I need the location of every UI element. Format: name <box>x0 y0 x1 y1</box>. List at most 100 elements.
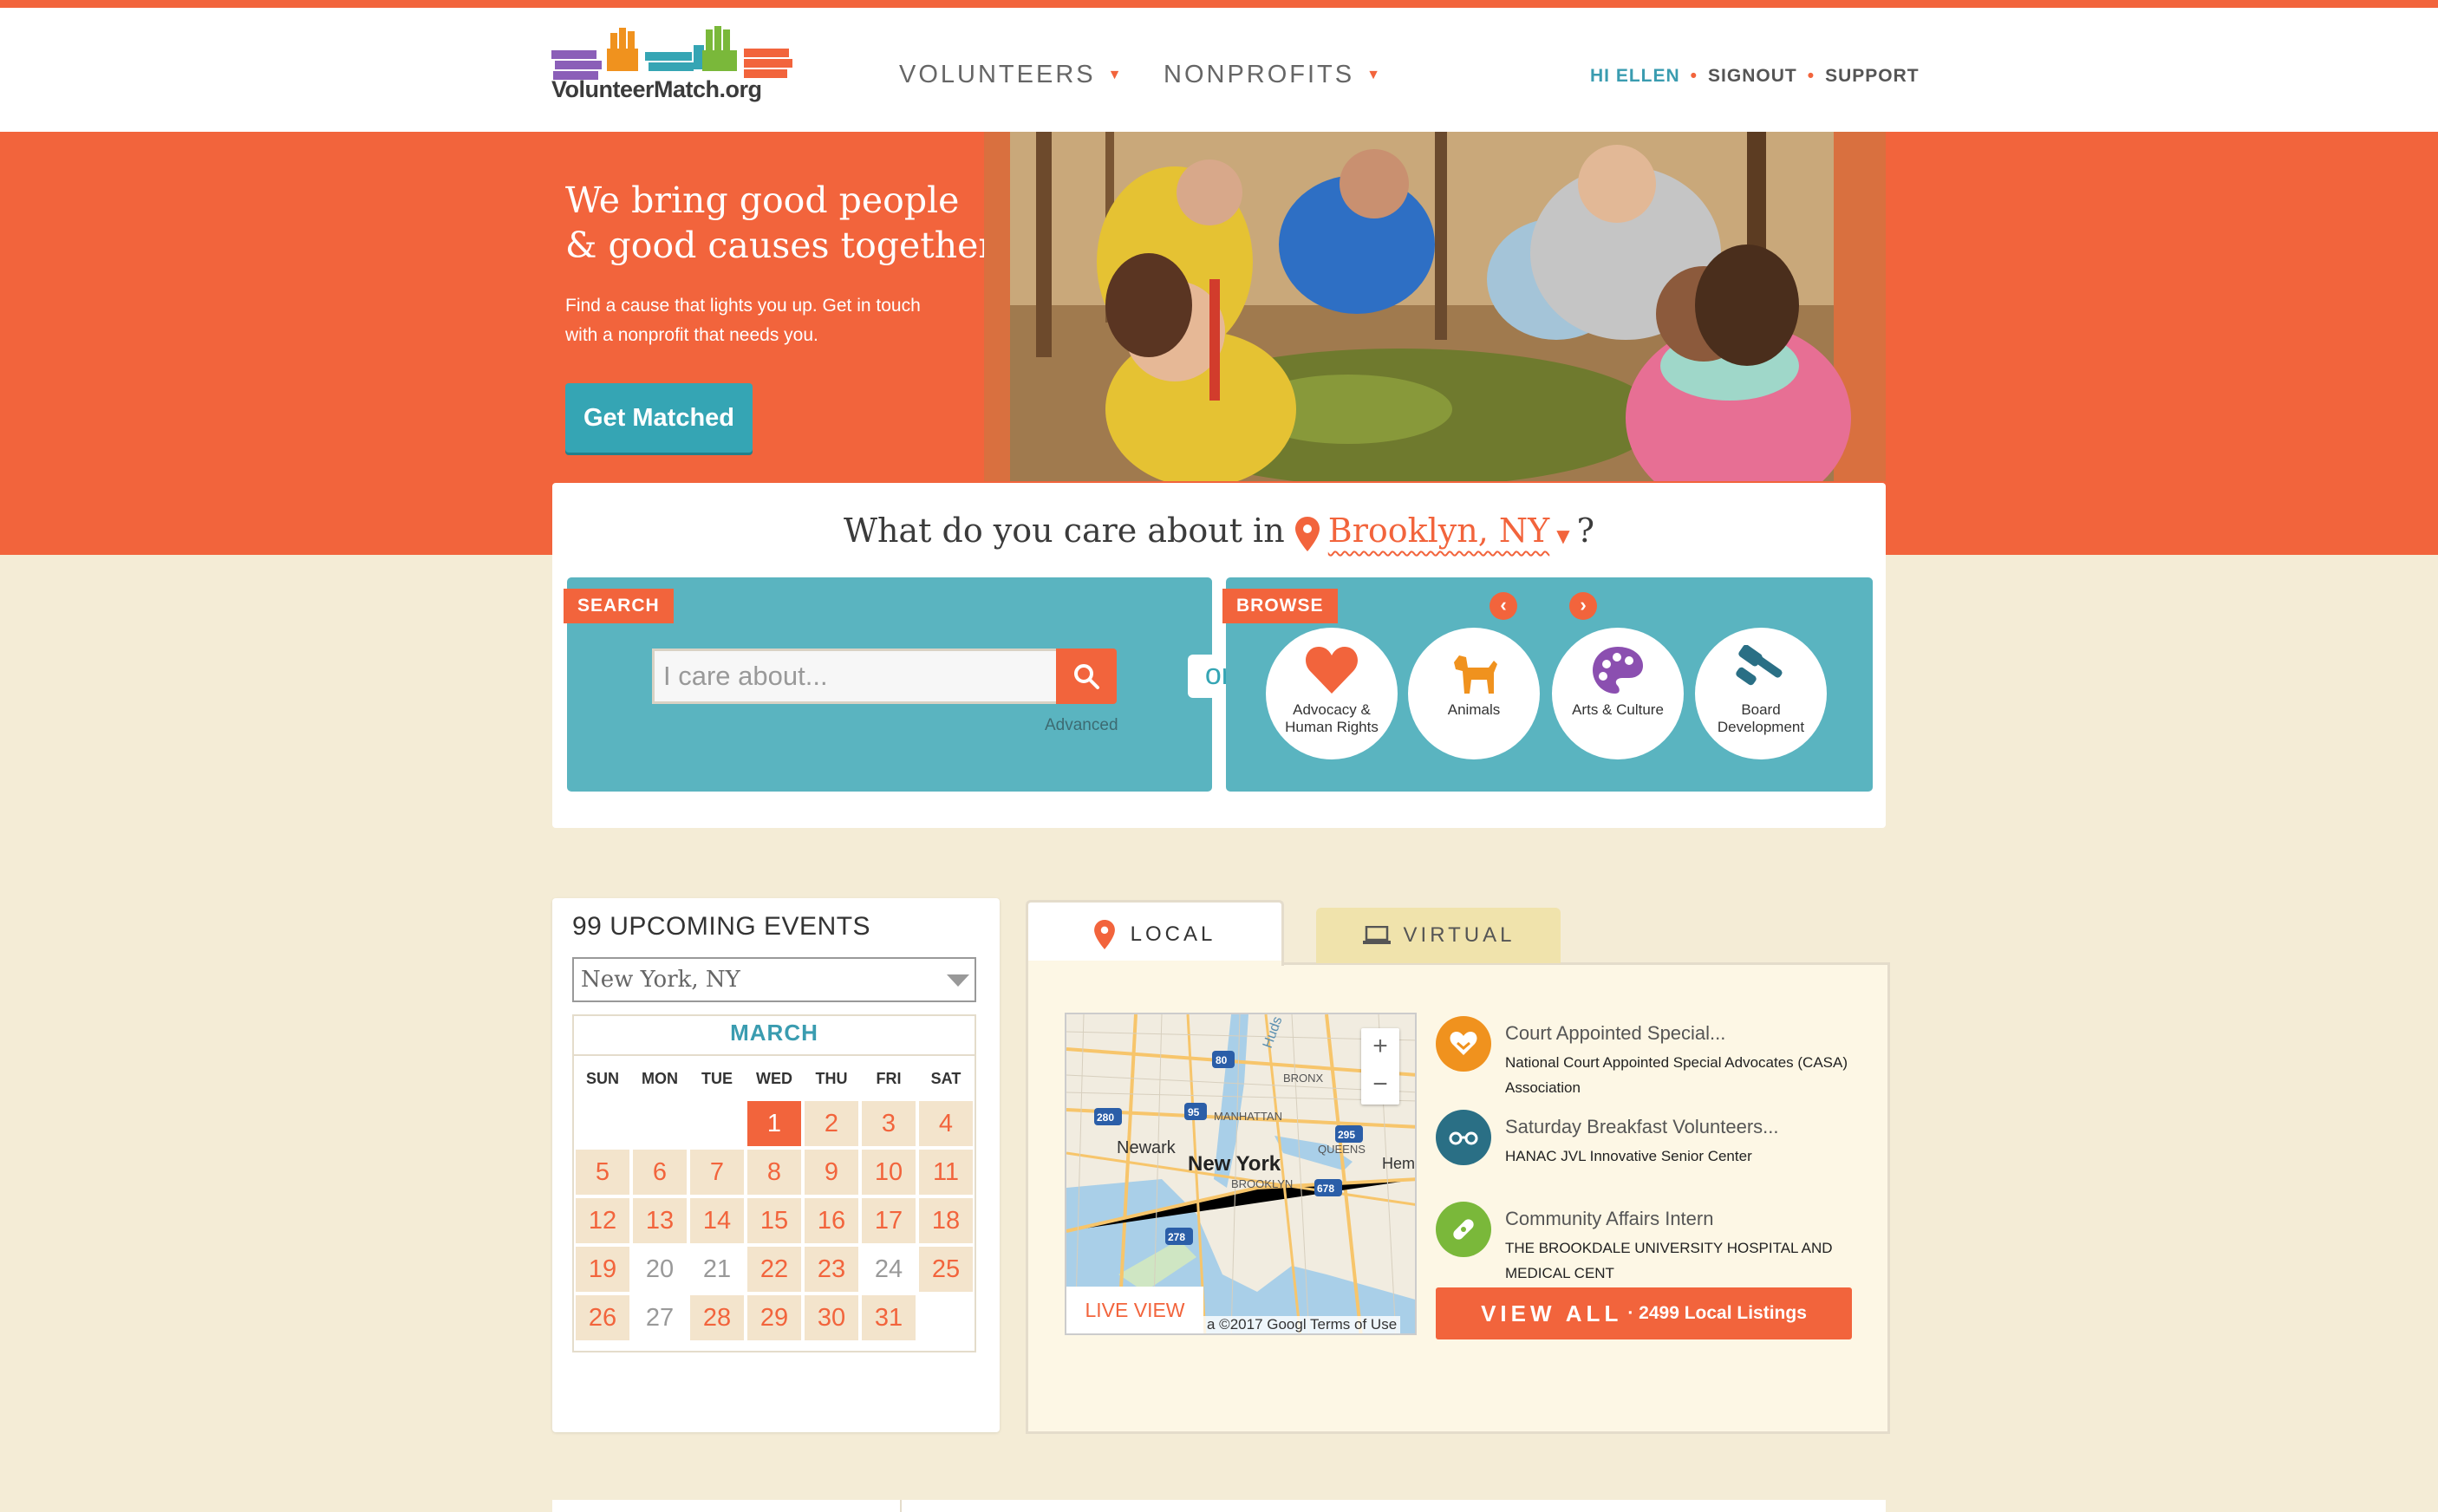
category-advocacy[interactable]: Advocacy & Human Rights <box>1266 628 1398 759</box>
category-label-line: Advocacy & <box>1293 701 1371 718</box>
calendar-day[interactable]: 11 <box>919 1150 973 1195</box>
calendar-day[interactable]: 14 <box>690 1198 744 1243</box>
calendar-day[interactable]: 10 <box>862 1150 916 1195</box>
events-location-select[interactable]: New York, NY <box>572 957 976 1002</box>
listing-3[interactable]: Community Affairs Intern THE BROOKDALE U… <box>1505 1208 1869 1286</box>
map-label-brooklyn: BROOKLYN <box>1231 1177 1293 1190</box>
calendar-day[interactable]: 4 <box>919 1101 973 1146</box>
view-all-count: · 2499 Local Listings <box>1627 1303 1807 1323</box>
calendar-day[interactable]: 30 <box>805 1295 858 1340</box>
category-label: Animals <box>1447 701 1501 718</box>
search-icon <box>1074 664 1099 689</box>
hero-photo <box>984 132 1886 481</box>
listing-org: THE BROOKDALE UNIVERSITY HOSPITAL AND ME… <box>1505 1240 1833 1281</box>
calendar-day[interactable]: 18 <box>919 1198 973 1243</box>
search-input[interactable]: I care about... <box>652 648 1058 704</box>
view-all-button[interactable]: VIEW ALL · 2499 Local Listings <box>1436 1287 1852 1339</box>
calendar-day[interactable]: 27 <box>633 1295 687 1340</box>
calendar-day[interactable]: 28 <box>690 1295 744 1340</box>
tab-virtual[interactable]: VIRTUAL <box>1316 908 1561 963</box>
search-button[interactable] <box>1056 648 1117 704</box>
calendar-day[interactable]: 3 <box>862 1101 916 1146</box>
listing-org: HANAC JVL Innovative Senior Center <box>1505 1148 1752 1164</box>
calendar-day[interactable]: 16 <box>805 1198 858 1243</box>
category-label: Advocacy & Human Rights <box>1266 701 1398 736</box>
calendar-day[interactable]: 2 <box>805 1101 858 1146</box>
calendar-day[interactable]: 23 <box>805 1247 858 1292</box>
zoom-out-button[interactable]: − <box>1361 1066 1399 1105</box>
nav-nonprofits-label: NONPROFITS <box>1164 61 1355 88</box>
calendar-day[interactable]: 21 <box>690 1247 744 1292</box>
support-link[interactable]: SUPPORT <box>1825 66 1920 86</box>
calendar-day[interactable]: 15 <box>747 1198 801 1243</box>
map-shield-95: 95 <box>1188 1106 1200 1118</box>
tab-joiner <box>1028 961 1281 968</box>
logo-wordmark[interactable]: VolunteerMatch.org <box>551 76 762 103</box>
nav-volunteers-label: VOLUNTEERS <box>899 61 1096 88</box>
calendar-day[interactable]: 5 <box>576 1150 629 1195</box>
advanced-search-link[interactable]: Advanced <box>1045 716 1118 735</box>
zoom-in-button[interactable]: + <box>1361 1028 1399 1066</box>
listing-title[interactable]: Court Appointed Special... <box>1505 1022 1869 1045</box>
calendar-day[interactable]: 29 <box>747 1295 801 1340</box>
calendar-day[interactable]: 31 <box>862 1295 916 1340</box>
dog-icon <box>1454 655 1497 694</box>
calendar-month: MARCH <box>730 1020 818 1046</box>
nav-nonprofits[interactable]: NONPROFITS ▼ <box>1164 61 1383 89</box>
calendar-weekday: FRI <box>876 1070 902 1087</box>
tab-local-label: LOCAL <box>1130 922 1216 946</box>
hero-title-line1: We bring good people <box>565 179 960 221</box>
category-animals[interactable]: Animals <box>1408 628 1540 759</box>
caret-down-icon: ▼ <box>1107 68 1124 83</box>
calendar-divider <box>574 1054 975 1056</box>
listing-1[interactable]: Court Appointed Special... National Cour… <box>1505 1022 1869 1100</box>
get-matched-button[interactable]: Get Matched <box>565 383 753 453</box>
user-greeting[interactable]: HI ELLEN <box>1590 66 1680 86</box>
calendar-day[interactable]: 20 <box>633 1247 687 1292</box>
category-label: Board Development <box>1695 701 1827 736</box>
heart-icon <box>1306 647 1358 694</box>
calendar-day[interactable]: 25 <box>919 1247 973 1292</box>
calendar-day[interactable]: 7 <box>690 1150 744 1195</box>
signout-link[interactable]: SIGNOUT <box>1708 66 1797 86</box>
calendar-day[interactable]: 6 <box>633 1150 687 1195</box>
map-label-hem: Hem <box>1382 1155 1415 1172</box>
location-pin-icon <box>1294 516 1320 551</box>
calendar-day[interactable]: 8 <box>747 1150 801 1195</box>
calendar-day[interactable]: 19 <box>576 1247 629 1292</box>
calendar-weekday: WED <box>756 1070 792 1087</box>
browse-prev-button[interactable]: ‹ <box>1490 592 1517 620</box>
tab-local[interactable]: LOCAL <box>1026 900 1284 966</box>
map-label-manhattan: MANHATTAN <box>1214 1110 1282 1123</box>
listing-title[interactable]: Community Affairs Intern <box>1505 1208 1869 1230</box>
calendar-day[interactable]: 13 <box>633 1198 687 1243</box>
caret-down-icon[interactable]: ▼ <box>1556 525 1569 546</box>
calendar-day[interactable]: 22 <box>747 1247 801 1292</box>
map-shield-295: 295 <box>1338 1129 1355 1141</box>
hero-title-line2: & good causes together <box>565 225 996 266</box>
map-zoom-controls: + − <box>1361 1028 1399 1105</box>
calendar-day[interactable]: 17 <box>862 1198 916 1243</box>
listing-title[interactable]: Saturday Breakfast Volunteers... <box>1505 1116 1869 1138</box>
calendar-day[interactable]: 12 <box>576 1198 629 1243</box>
user-nav: HI ELLEN • SIGNOUT • SUPPORT <box>1590 66 1920 87</box>
calendar-day[interactable]: 26 <box>576 1295 629 1340</box>
listing-1-icon <box>1436 1016 1491 1072</box>
map-attribution[interactable]: a ©2017 Googl Terms of Use <box>1203 1316 1401 1333</box>
category-arts-culture[interactable]: Arts & Culture <box>1552 628 1684 759</box>
location-selector[interactable]: Brooklyn, NY <box>1328 512 1549 550</box>
calendar-day[interactable]: 9 <box>805 1150 858 1195</box>
category-board-development[interactable]: Board Development <box>1695 628 1827 759</box>
browse-next-button[interactable]: › <box>1569 592 1597 620</box>
listing-2[interactable]: Saturday Breakfast Volunteers... HANAC J… <box>1505 1116 1869 1169</box>
palette-icon <box>1593 647 1643 694</box>
map-shield-80: 80 <box>1216 1054 1228 1066</box>
calendar-day[interactable]: 24 <box>862 1247 916 1292</box>
search-tag: SEARCH <box>564 589 674 623</box>
live-view-button[interactable]: LIVE VIEW <box>1066 1287 1203 1333</box>
top-accent-bar <box>0 0 2438 8</box>
nav-volunteers[interactable]: VOLUNTEERS ▼ <box>899 61 1124 89</box>
calendar-day[interactable]: 1 <box>747 1101 801 1146</box>
category-label-line: Human Rights <box>1285 719 1379 735</box>
care-suffix: ? <box>1576 512 1595 550</box>
